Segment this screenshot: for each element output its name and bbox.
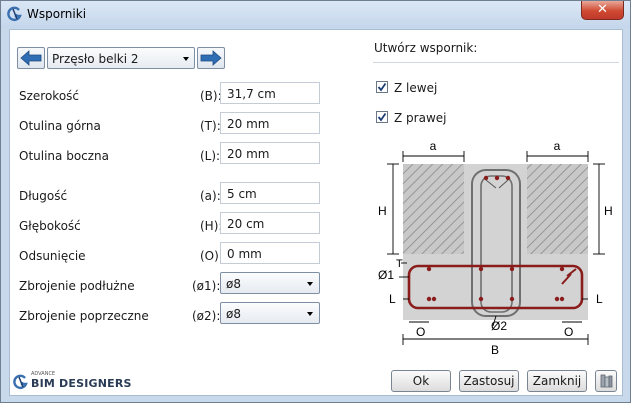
dim-a-right: a — [554, 139, 561, 153]
longitudinal-rebar-select[interactable]: ø8 — [220, 272, 320, 294]
dim-t: T — [396, 258, 403, 270]
side-cover-symbol: (L): — [200, 149, 221, 163]
close-button[interactable]: Zamknij — [527, 370, 587, 392]
previous-span-button[interactable] — [17, 47, 45, 69]
left-corbel-checkbox[interactable] — [376, 81, 388, 93]
create-corbel-title: Utwórz wspornik: — [374, 41, 478, 55]
close-window-button[interactable]: ✕ — [581, 1, 624, 20]
close-icon: ✕ — [597, 2, 608, 17]
window-title: Wsporniki — [27, 7, 87, 21]
depth-input[interactable]: 20 cm — [220, 212, 320, 234]
arrow-right-icon — [200, 50, 222, 66]
side-cover-input[interactable]: 20 mm — [220, 142, 320, 164]
divider — [373, 62, 619, 63]
library-button[interactable] — [595, 370, 617, 392]
dim-phi1: Ø1 — [378, 268, 394, 282]
depth-label: Głębokość — [19, 219, 81, 233]
side-cover-label: Otulina boczna — [19, 149, 110, 163]
bim-designers-logo: ADVANCE BIM DESIGNERS — [13, 371, 133, 393]
arrow-left-icon — [20, 50, 42, 66]
dim-h-left: H — [378, 204, 387, 218]
dim-phi2: Ø2 — [491, 319, 507, 333]
offset-input[interactable]: 0 mm — [220, 242, 320, 264]
top-cover-input[interactable]: 20 mm — [220, 112, 320, 134]
chevron-down-icon — [307, 312, 313, 316]
dim-h-right: H — [604, 204, 613, 218]
apply-button[interactable]: Zastosuj — [459, 370, 519, 392]
right-corbel-label[interactable]: Z prawej — [394, 111, 446, 125]
logo-g-icon — [13, 374, 28, 390]
dim-l-left: L — [389, 292, 396, 306]
top-cover-symbol: (T): — [200, 119, 221, 133]
span-select-value: Przęsło belki 2 — [52, 52, 139, 66]
right-corbel-checkbox[interactable] — [376, 111, 388, 123]
transverse-rebar-select[interactable]: ø8 — [220, 302, 320, 324]
side-cover-value: 20 mm — [227, 147, 270, 161]
longitudinal-rebar-value: ø8 — [226, 277, 241, 291]
length-input[interactable]: 5 cm — [220, 182, 320, 204]
dialog-window: Wsporniki ✕ Przęsło belki 2 Szerokość (B… — [0, 0, 631, 403]
title-bar[interactable]: Wsporniki ✕ — [1, 1, 630, 28]
ok-button[interactable]: Ok — [391, 370, 451, 392]
width-value: 31,7 cm — [227, 87, 276, 101]
transverse-rebar-label: Zbrojenie poprzeczne — [19, 309, 149, 323]
dim-a-left: a — [430, 139, 437, 153]
left-corbel-label[interactable]: Z lewej — [394, 81, 437, 95]
chevron-down-icon — [307, 282, 313, 286]
longitudinal-rebar-label: Zbrojenie podłużne — [19, 279, 135, 293]
next-span-button[interactable] — [197, 47, 225, 69]
corbel-cross-section-diagram: a a H H T Ø1 L L O O Ø2 B — [378, 139, 613, 357]
depth-value: 20 cm — [227, 217, 265, 231]
offset-label: Odsunięcie — [19, 249, 86, 263]
transverse-rebar-value: ø8 — [226, 307, 241, 321]
longitudinal-rebar-symbol: (ø1): — [192, 279, 221, 293]
length-label: Długość — [19, 189, 68, 203]
width-input[interactable]: 31,7 cm — [220, 82, 320, 104]
span-select[interactable]: Przęsło belki 2 — [47, 47, 195, 69]
offset-value: 0 mm — [227, 247, 262, 261]
length-symbol: (a): — [200, 189, 221, 203]
logo-text: BIM DESIGNERS — [31, 377, 132, 390]
length-value: 5 cm — [227, 187, 257, 201]
checkmark-icon — [377, 112, 387, 122]
dim-b: B — [491, 343, 499, 357]
transverse-rebar-symbol: (ø2): — [192, 309, 221, 323]
dim-o-right: O — [564, 325, 573, 339]
checkmark-icon — [377, 82, 387, 92]
left-hatched-zone — [403, 164, 464, 254]
top-cover-value: 20 mm — [227, 117, 270, 131]
app-logo-icon — [7, 6, 22, 22]
dim-o-left: O — [416, 325, 425, 339]
top-cover-label: Otulina górna — [19, 119, 101, 133]
library-icon — [600, 374, 613, 388]
right-hatched-zone — [527, 164, 588, 254]
dim-l-right: L — [596, 292, 603, 306]
width-label: Szerokość — [19, 89, 80, 103]
chevron-down-icon — [183, 57, 189, 61]
width-symbol: (B): — [200, 89, 222, 103]
